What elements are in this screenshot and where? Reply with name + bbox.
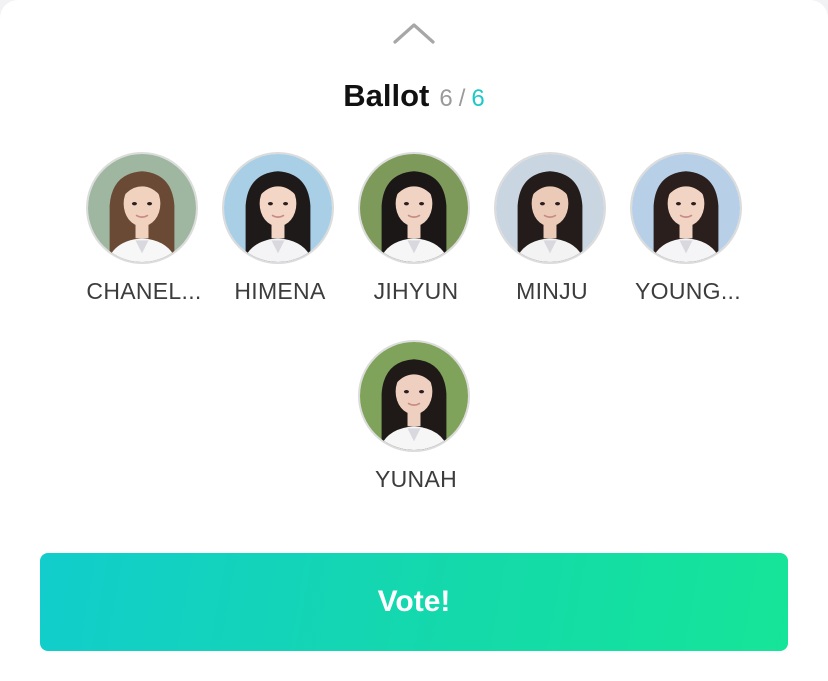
member-name: YOUNG... (635, 278, 741, 304)
ballot-title: Ballot (343, 78, 430, 113)
member-young[interactable]: YOUNG... (620, 152, 756, 312)
member-name: HIMENA (234, 278, 326, 304)
member-name: CHANEL... (86, 278, 202, 304)
avatar (86, 152, 198, 264)
ballot-sheet: Ballot 6/6 CHANEL... HIMENA JIHYUN MINJU … (0, 0, 828, 681)
member-minju[interactable]: MINJU (484, 152, 620, 312)
vote-button[interactable]: Vote! (40, 553, 788, 651)
avatar (358, 340, 470, 452)
member-name: MINJU (516, 278, 588, 304)
member-himena[interactable]: HIMENA (212, 152, 348, 312)
total-count: 6 (471, 85, 485, 112)
member-jihyun[interactable]: JIHYUN (348, 152, 484, 312)
avatar (630, 152, 742, 264)
member-name: YUNAH (374, 466, 457, 492)
avatar (358, 152, 470, 264)
member-chanel[interactable]: CHANEL... (76, 152, 212, 312)
avatar (494, 152, 606, 264)
chevron-up-icon[interactable] (392, 20, 436, 46)
avatar (222, 152, 334, 264)
member-yunah[interactable]: YUNAH (348, 340, 484, 500)
selected-count: 6 (439, 85, 453, 112)
member-name: JIHYUN (373, 278, 459, 304)
ballot-header: Ballot 6/6 (0, 78, 828, 118)
ballot-count: 6/6 (439, 85, 484, 112)
count-separator: / (458, 85, 466, 112)
